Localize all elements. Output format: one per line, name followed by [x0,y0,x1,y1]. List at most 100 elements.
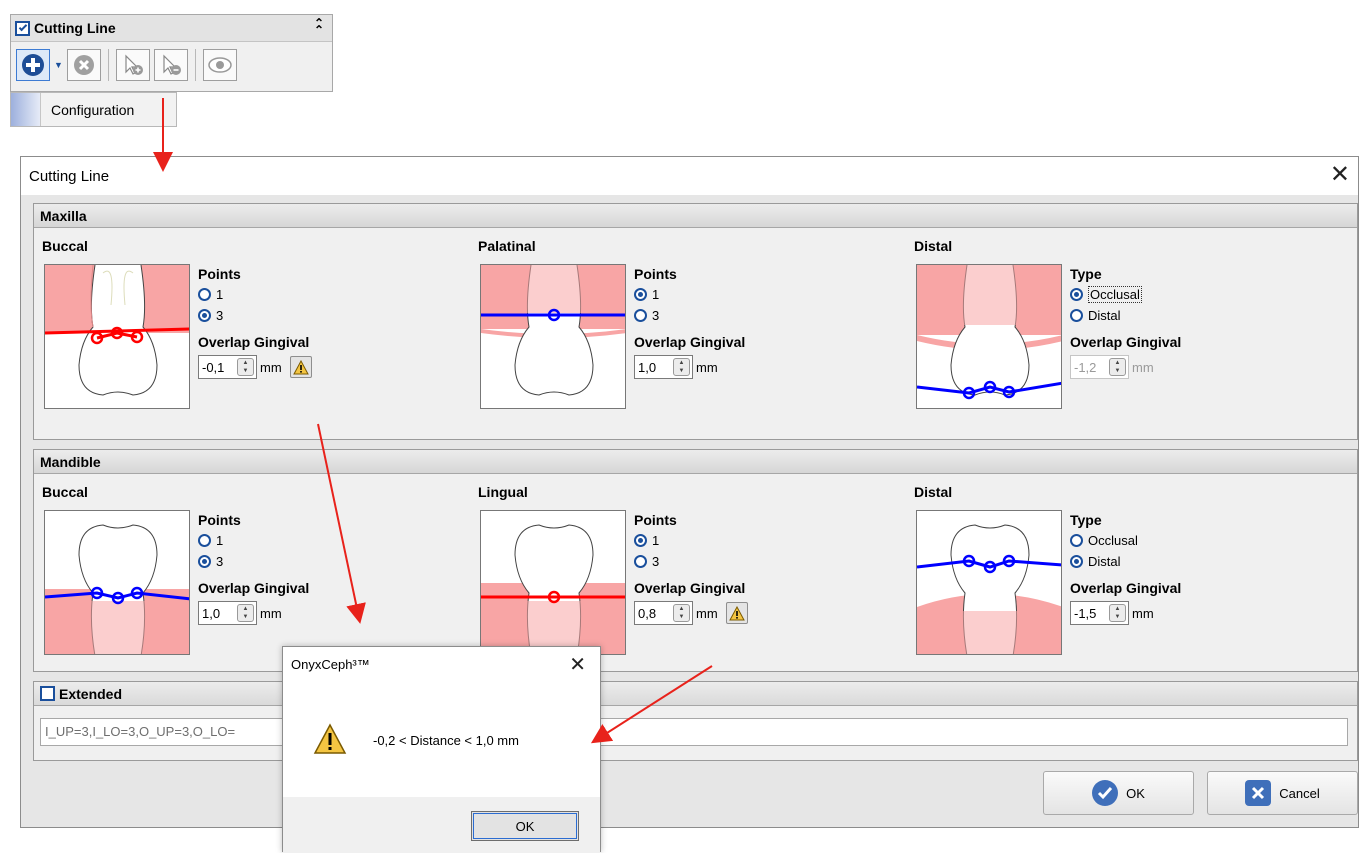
message-box-close-icon[interactable]: ✕ [569,653,586,677]
radio-icon [634,555,647,568]
maxilla-header: Maxilla [34,204,1357,228]
radio-icon [1070,309,1083,322]
cursor-remove-icon [163,54,181,75]
extended-header: Extended [34,682,1357,706]
overlap-value[interactable]: 0,8 [635,606,673,621]
points-title: Points [634,512,677,528]
spin-arrows-icon[interactable]: ▲ ▼ [1109,604,1126,622]
maxilla-buccal-options: Points 1 3 Overlap Gingival -0,1 ▲ ▼ mm [198,266,378,380]
type-title: Type [1070,512,1102,528]
radio-label: 1 [652,287,660,302]
ok-button[interactable]: OK [1043,771,1194,815]
radio-points-1[interactable]: 1 [198,530,378,551]
radio-distal[interactable]: Distal [1070,551,1250,572]
mandible-buccal-section: Buccal Points 1 3 Overlap Gingival 1,0 ▲… [34,474,474,674]
points-title: Points [634,266,677,282]
spin-arrows-icon[interactable]: ▲ ▼ [1109,358,1126,376]
overlap-row: 1,0 ▲ ▼ mm [198,600,378,626]
radio-points-3[interactable]: 3 [634,551,814,572]
maxilla-distal-options: Type Occlusal Distal Overlap Gingival -1… [1070,266,1250,380]
spin-arrows-icon[interactable]: ▲ ▼ [237,604,254,622]
maxilla-distal-preview [916,264,1062,409]
radio-icon [634,309,647,322]
overlap-row: 1,0 ▲ ▼ mm [634,354,814,380]
unit-label: mm [260,359,282,375]
message-ok-button[interactable]: OK [471,811,579,841]
overlap-row: -0,1 ▲ ▼ mm [198,354,378,380]
mandible-lingual-section: Lingual Points 1 3 Overlap Gingival 0,8 [470,474,910,674]
add-point-button[interactable] [115,49,150,81]
extended-parameters-field[interactable]: I_UP=3,I_LO=3,O_UP=3,O_LO= [40,718,1348,746]
cancel-label: Cancel [1279,785,1320,801]
add-button[interactable] [16,49,50,81]
spin-arrows-icon[interactable]: ▲ ▼ [237,358,254,376]
delete-button[interactable] [66,49,101,81]
radio-label: Distal [1088,554,1121,569]
overlap-value[interactable]: -0,1 [199,360,237,375]
radio-occlusal[interactable]: Occlusal [1070,530,1250,551]
radio-points-1[interactable]: 1 [198,284,378,305]
mandible-lingual-preview [480,510,626,655]
mandible-distal-preview [916,510,1062,655]
warning-icon [728,605,745,620]
cancel-button[interactable]: Cancel [1207,771,1358,815]
cutting-line-panel: Cutting Line ⌃ ⌃ ▼ [10,14,333,92]
visibility-button[interactable] [202,49,237,81]
radio-icon [1070,534,1083,547]
panel-enable-checkbox[interactable] [15,20,30,36]
overlap-spinbox[interactable]: 0,8 ▲ ▼ [634,601,693,625]
extended-title: Extended [59,685,123,702]
maxilla-distal-section: Distal Type Occlusal Distal Overlap Ging… [906,228,1346,428]
radio-selected-icon [1070,288,1083,301]
warning-button[interactable] [725,602,748,624]
unit-label: mm [696,605,718,621]
mandible-header: Mandible [34,450,1357,474]
overlap-row: -1,5 ▲ ▼ mm [1070,600,1250,626]
radio-label: 3 [216,308,224,323]
overlap-spinbox[interactable]: -1,2 ▲ ▼ [1070,355,1129,379]
overlap-value[interactable]: 1,0 [635,360,673,375]
dialog-close-icon[interactable]: ✕ [1330,163,1350,187]
collapse-icon[interactable]: ⌃ ⌃ [314,17,324,36]
radio-label: 3 [652,308,660,323]
dropdown-arrow-icon[interactable]: ▼ [54,60,63,70]
mandible-group: Mandible Buccal Points 1 3 Overlap Gingi… [33,449,1358,672]
overlap-row: -1,2 ▲ ▼ mm [1070,354,1250,380]
radio-points-1[interactable]: 1 [634,530,814,551]
delete-circle-icon [73,55,94,75]
panel-header: Cutting Line ⌃ ⌃ [11,15,332,42]
radio-points-3[interactable]: 3 [198,305,378,326]
type-title: Type [1070,266,1102,282]
mandible-buccal-preview [44,510,190,655]
cursor-add-icon [125,54,143,75]
extended-checkbox[interactable] [40,686,55,701]
remove-point-button[interactable] [153,49,188,81]
radio-points-1[interactable]: 1 [634,284,814,305]
overlap-spinbox[interactable]: -1,5 ▲ ▼ [1070,601,1129,625]
dialog-title-bar: Cutting Line ✕ [21,157,1358,195]
spin-arrows-icon[interactable]: ▲ ▼ [673,604,690,622]
overlap-value[interactable]: 1,0 [199,606,237,621]
radio-points-3[interactable]: 3 [634,305,814,326]
overlap-value[interactable]: -1,5 [1071,606,1109,621]
radio-points-3[interactable]: 3 [198,551,378,572]
overlap-title: Overlap Gingival [634,334,746,350]
overlap-spinbox[interactable]: 1,0 ▲ ▼ [634,355,693,379]
overlap-value[interactable]: -1,2 [1071,360,1109,375]
warning-button[interactable] [289,356,312,378]
spin-arrows-icon[interactable]: ▲ ▼ [673,358,690,376]
radio-distal[interactable]: Distal [1070,305,1250,326]
eye-icon [208,57,232,73]
radio-selected-icon [634,288,647,301]
configuration-menu-item[interactable]: Configuration [10,92,177,127]
overlap-title: Overlap Gingival [198,334,310,350]
menu-item-icon [11,93,41,126]
section-title: Palatinal [478,238,536,254]
overlap-spinbox[interactable]: -0,1 ▲ ▼ [198,355,257,379]
overlap-spinbox[interactable]: 1,0 ▲ ▼ [198,601,257,625]
plus-circle-icon [22,54,44,76]
mandible-distal-section: Distal Type Occlusal Distal Overlap Ging… [906,474,1346,674]
configuration-label: Configuration [51,101,135,118]
radio-occlusal[interactable]: Occlusal [1070,284,1250,305]
message-box-footer: OK [283,797,600,853]
